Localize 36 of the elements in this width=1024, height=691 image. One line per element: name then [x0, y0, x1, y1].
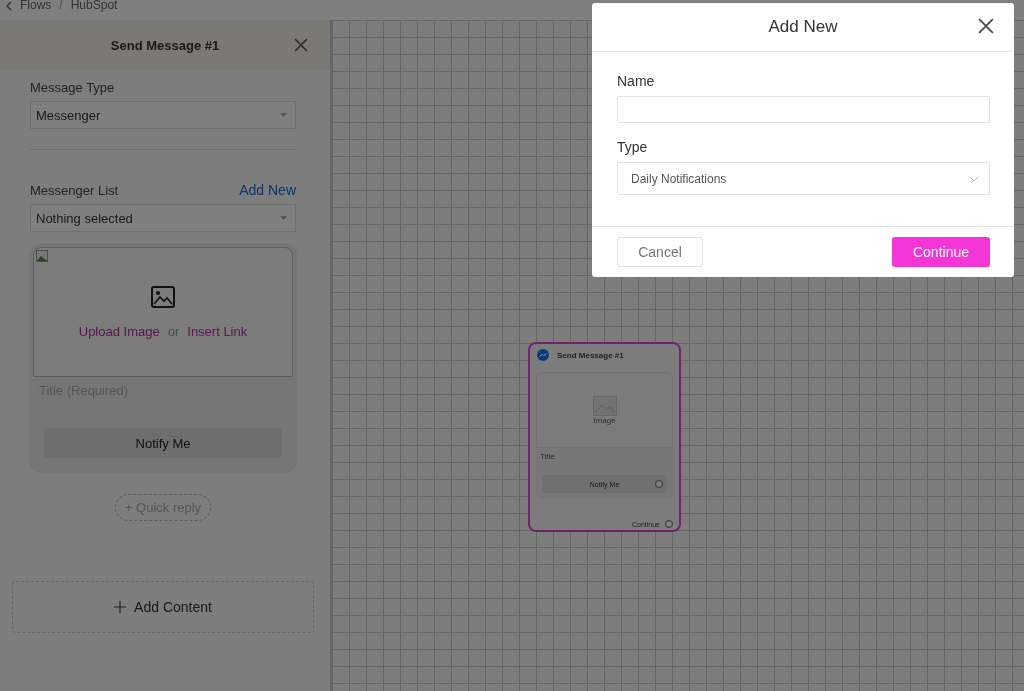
chevron-down-icon: [969, 175, 979, 182]
plus-icon: [114, 601, 127, 613]
panel-title: Send Message #1: [110, 37, 220, 53]
type-dropdown[interactable]: Daily Notifications: [617, 162, 990, 195]
node-title: Send Message #1: [557, 350, 624, 360]
field-label: Messenger List: [30, 183, 119, 198]
dropdown-field[interactable]: Messenger: [30, 101, 296, 129]
insert-link[interactable]: Insert Link: [187, 323, 248, 339]
field-label: Type: [617, 139, 649, 155]
notify-me-button[interactable]: Notify Me: [44, 428, 282, 458]
close-icon: [294, 38, 308, 52]
broken-image-icon: [36, 250, 48, 262]
messenger-icon: [537, 349, 549, 361]
field-label: Message Type: [30, 80, 116, 95]
breadcrumb-separator: /: [59, 0, 63, 10]
connector-port[interactable]: [655, 480, 663, 488]
caret-icon: [280, 216, 287, 220]
add-content-button[interactable]: Add Content: [12, 581, 314, 633]
caret-icon: [280, 113, 287, 117]
name-field[interactable]: [617, 96, 990, 123]
back-icon: [6, 1, 12, 11]
field-label: Name: [617, 73, 656, 89]
title-placeholder: Title: [539, 451, 556, 463]
dialog-title: Add New: [768, 17, 838, 37]
image-label: Image: [593, 415, 616, 425]
close-button[interactable]: [978, 18, 994, 34]
continue-button[interactable]: Continue: [892, 237, 990, 267]
connector-port[interactable]: [665, 520, 673, 528]
breadcrumb-link[interactable]: HubSpot: [70, 0, 118, 10]
breadcrumb-link[interactable]: Flows: [20, 0, 52, 10]
cancel-button[interactable]: Cancel: [617, 237, 703, 267]
dropdown-field[interactable]: Nothing selected: [30, 204, 296, 232]
upload-image-link[interactable]: Upload Image: [78, 323, 160, 339]
image-icon: [151, 285, 175, 308]
add-new-link[interactable]: Add New: [239, 182, 296, 198]
image-icon: [592, 395, 617, 416]
